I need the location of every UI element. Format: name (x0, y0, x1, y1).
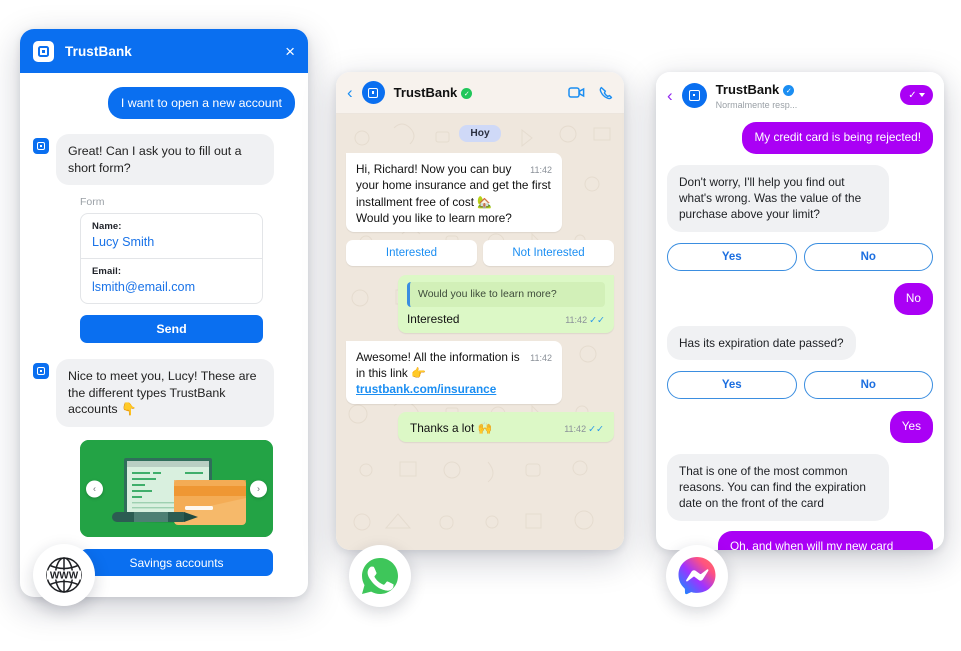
trustbank-logo-icon (33, 40, 54, 62)
whatsapp-incoming-bubble: 11:42 Hi, Richard! Now you can buy your … (346, 153, 562, 233)
web-chat-body: I want to open a new account Great! Can … (20, 73, 308, 597)
savings-accounts-button[interactable]: Savings accounts (80, 549, 273, 577)
whatsapp-contact-name-wrap: TrustBank ✓ (394, 84, 473, 102)
whatsapp-message-list: Hoy 11:42 Hi, Richard! Now you can buy y… (336, 114, 624, 550)
messenger-contact-name: TrustBank (715, 81, 780, 97)
messenger-channel-badge[interactable] (666, 545, 728, 607)
message-text: Hi, Richard! Now you can buy your home i… (356, 162, 551, 225)
whatsapp-outgoing-reply-bubble: Would you like to learn more? 11:42 ✓✓ In… (398, 275, 614, 333)
verified-badge-icon: ✓ (783, 85, 795, 96)
message-timestamp: 11:42 (530, 165, 552, 175)
web-channel-badge[interactable]: WWW (33, 544, 95, 606)
messenger-outgoing-bubble-4: Oh, and when will my new card arrive? (718, 530, 933, 550)
web-chat-header: TrustBank × (20, 29, 308, 73)
form-field-name[interactable]: Name: Lucy Smith (81, 214, 262, 258)
www-label: WWW (50, 571, 79, 582)
message-text: Thanks a lot 🙌 (410, 420, 493, 435)
web-chat-widget: TrustBank × I want to open a new account… (20, 29, 308, 597)
messenger-message-list: My credit card is being rejected! Don't … (656, 118, 944, 550)
messenger-outgoing-bubble-3: Yes (889, 410, 933, 443)
messenger-quick-replies-1: Yes No (667, 242, 933, 271)
trustbank-avatar-icon[interactable] (361, 81, 385, 104)
messenger-outgoing-bubble-2: No (893, 282, 933, 315)
email-field-value: lsmith@email.com (92, 280, 196, 295)
messenger-incoming-bubble: Don't worry, I'll help you find out what… (667, 164, 889, 232)
messenger-contact-block: TrustBank ✓ Normalmente resp... (716, 81, 798, 110)
messenger-incoming-bubble-2: Has its expiration date passed? (667, 325, 856, 360)
video-call-icon[interactable] (568, 86, 585, 99)
quick-reply-no-2[interactable]: No (803, 370, 933, 399)
whatsapp-channel-badge[interactable] (349, 545, 411, 607)
name-field-label: Name: (92, 221, 122, 233)
insurance-link[interactable]: trustbank.com/insurance (356, 382, 496, 396)
chevron-right-icon[interactable]: › (250, 480, 267, 498)
whatsapp-link-bubble: 11:42 Awesome! All the information is in… (346, 340, 562, 404)
screenshot-stage: TrustBank × I want to open a new account… (0, 0, 961, 651)
user-message-bubble: I want to open a new account (107, 87, 295, 119)
whatsapp-icon (362, 558, 398, 594)
message-timestamp: 11:42 (530, 352, 552, 363)
quick-reply-yes-1[interactable]: Yes (667, 242, 797, 271)
whatsapp-contact-name: TrustBank (393, 84, 458, 100)
laptop-and-credit-card-illustration (80, 440, 273, 538)
close-icon[interactable]: × (285, 43, 295, 60)
bot-message-bubble-2: Nice to meet you, Lucy! These are the di… (56, 359, 274, 428)
chevron-left-icon[interactable]: ‹ (86, 480, 103, 498)
quick-reply-interested[interactable]: Interested (346, 240, 477, 267)
check-dropdown-icon[interactable]: ✓ (900, 85, 933, 105)
message-timestamp: 11:42 ✓✓ (564, 423, 604, 435)
bot-message-row: Great! Can I ask you to fill out a short… (33, 134, 295, 186)
bot-avatar-icon (33, 138, 49, 154)
messenger-header: ‹ TrustBank ✓ Normalmente resp... ✓ (656, 72, 944, 118)
email-field-label: Email: (92, 266, 122, 278)
messenger-response-time: Normalmente resp... (715, 99, 798, 110)
name-field-value: Lucy Smith (92, 235, 155, 250)
quick-reply-not-interested[interactable]: Not Interested (483, 240, 614, 267)
quoted-message: Would you like to learn more? (407, 282, 605, 307)
form-field-email[interactable]: Email: lsmith@email.com (81, 258, 262, 303)
back-chevron-icon[interactable]: ‹ (347, 84, 353, 101)
caret-down-icon (918, 93, 925, 97)
verified-badge-icon: ✓ (461, 88, 473, 99)
whatsapp-thread: Hoy 11:42 Hi, Richard! Now you can buy y… (346, 125, 614, 442)
read-receipt-icon: ✓✓ (588, 423, 604, 435)
messenger-incoming-bubble-3: That is one of the most common reasons. … (667, 453, 889, 521)
whatsapp-thanks-bubble: 11:42 ✓✓ Thanks a lot 🙌 (398, 411, 614, 442)
message-text: Interested (407, 311, 460, 326)
messenger-chat-window: ‹ TrustBank ✓ Normalmente resp... ✓ My cr… (656, 72, 944, 550)
read-receipt-icon: ✓✓ (589, 314, 605, 326)
whatsapp-header: ‹ TrustBank ✓ (336, 72, 624, 114)
messenger-quick-replies-2: Yes No (667, 370, 933, 399)
message-text: Awesome! All the information is in this … (356, 349, 520, 381)
lead-form: Name: Lucy Smith Email: lsmith@email.com (80, 213, 263, 305)
whatsapp-quick-replies: Interested Not Interested (346, 240, 614, 267)
send-button[interactable]: Send (80, 315, 263, 344)
message-timestamp: 11:42 ✓✓ (565, 314, 605, 326)
www-globe-icon: WWW (46, 557, 82, 593)
whatsapp-header-actions (568, 86, 613, 100)
phone-call-icon[interactable] (599, 86, 613, 100)
back-chevron-icon[interactable]: ‹ (667, 87, 673, 104)
messenger-contact-name-row: TrustBank ✓ (716, 81, 798, 99)
day-divider: Hoy (459, 125, 501, 142)
quick-reply-yes-2[interactable]: Yes (667, 370, 797, 399)
web-chat-title: TrustBank (65, 43, 132, 59)
messenger-icon (678, 557, 716, 595)
whatsapp-chat-window: ‹ TrustBank ✓ Hoy 11:42 Hi, Richard! Now… (336, 72, 624, 550)
messenger-outgoing-bubble: My credit card is being rejected! (742, 122, 933, 154)
check-mark: ✓ (908, 89, 917, 101)
trustbank-avatar-icon[interactable] (681, 82, 707, 108)
bot-message-bubble: Great! Can I ask you to fill out a short… (56, 134, 274, 186)
bot-message-row-2: Nice to meet you, Lucy! These are the di… (33, 359, 295, 428)
quick-reply-no-1[interactable]: No (803, 242, 933, 271)
bot-avatar-icon (33, 363, 49, 380)
form-caption: Form (80, 196, 105, 209)
account-card-carousel: ‹ › (80, 440, 273, 538)
